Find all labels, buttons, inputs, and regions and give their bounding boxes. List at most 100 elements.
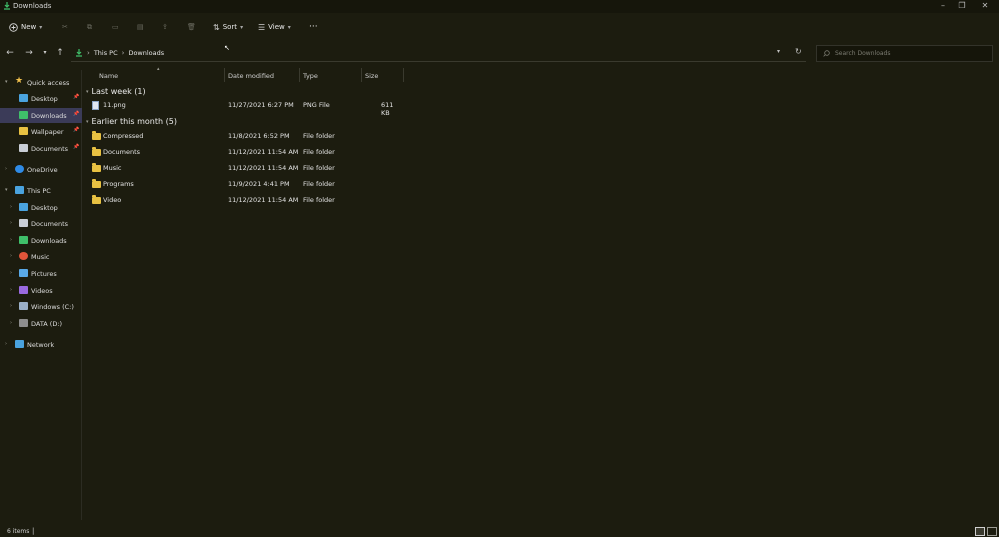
cloud-icon <box>15 165 24 173</box>
address-dropdown-chevron-icon[interactable]: ▾ <box>777 48 780 55</box>
chevron-down-icon[interactable]: ▾ <box>5 187 8 193</box>
pin-icon[interactable]: 📌 <box>73 127 79 133</box>
chevron-down-icon: ▾ <box>287 23 291 31</box>
chevron-right-icon[interactable]: › <box>10 270 12 276</box>
breadcrumb-this-pc[interactable]: This PC <box>94 49 118 57</box>
column-header-date-modified[interactable]: Date modified <box>228 72 274 80</box>
chevron-right-icon[interactable]: › <box>10 287 12 293</box>
column-header-type[interactable]: Type <box>303 72 318 80</box>
sort-ascending-icon: ▴ <box>157 66 160 72</box>
sidebar-item-label: Videos <box>31 287 53 295</box>
group-header-last-week[interactable]: ▾ Last week (1) <box>86 87 146 96</box>
more-options-button[interactable]: ··· <box>309 20 318 34</box>
sidebar-item-documents[interactable]: Documents 📌 <box>0 141 82 156</box>
folder-date: 11/8/2021 6:52 PM <box>228 132 290 140</box>
group-header-earlier-this-month[interactable]: ▾ Earlier this month (5) <box>86 117 177 126</box>
maximize-button[interactable]: ❐ <box>955 1 969 11</box>
sidebar-item-data-d[interactable]: › DATA (D:) <box>0 316 82 331</box>
sidebar-item-label: Downloads <box>31 112 67 120</box>
chevron-right-icon[interactable]: › <box>10 237 12 243</box>
share-button[interactable]: ⇪ <box>162 20 168 34</box>
rename-button[interactable]: ▤ <box>137 20 144 34</box>
download-icon <box>19 236 28 244</box>
sidebar-item-music[interactable]: › Music <box>0 249 82 264</box>
view-button[interactable]: ☰ View ▾ <box>258 20 291 34</box>
trash-icon: 🗑 <box>187 23 196 31</box>
breadcrumb-downloads[interactable]: Downloads <box>128 49 164 57</box>
folder-row[interactable]: Video 11/12/2021 11:54 AM File folder <box>84 194 404 208</box>
column-divider[interactable] <box>299 68 300 82</box>
music-icon <box>19 252 28 260</box>
chevron-down-icon[interactable]: ▾ <box>5 79 8 85</box>
sidebar-item-videos[interactable]: › Videos <box>0 283 82 298</box>
column-divider[interactable] <box>224 68 225 82</box>
sidebar-item-downloads[interactable]: › Downloads <box>0 233 82 248</box>
sidebar-item-documents[interactable]: › Documents <box>0 216 82 231</box>
chevron-right-icon[interactable]: › <box>5 166 7 172</box>
chevron-right-icon[interactable]: › <box>10 320 12 326</box>
folder-name: Video <box>103 196 122 204</box>
pin-icon[interactable]: 📌 <box>73 111 79 117</box>
column-divider[interactable] <box>361 68 362 82</box>
column-header-size[interactable]: Size <box>365 72 378 80</box>
delete-button[interactable]: 🗑 <box>187 20 196 34</box>
search-input[interactable]: Search Downloads <box>816 45 993 62</box>
star-icon: ★ <box>15 76 24 86</box>
chevron-right-icon[interactable]: › <box>10 220 12 226</box>
folder-date: 11/12/2021 11:54 AM <box>228 148 299 156</box>
folder-row[interactable]: Documents 11/12/2021 11:54 AM File folde… <box>84 146 404 160</box>
folder-name: Compressed <box>103 132 144 140</box>
sidebar-item-pictures[interactable]: › Pictures <box>0 266 82 281</box>
sidebar-item-network[interactable]: › Network <box>0 337 82 352</box>
sort-button[interactable]: ⇅ Sort ▾ <box>213 20 243 34</box>
sidebar-item-quick-access[interactable]: ▾ ★ Quick access <box>0 75 82 90</box>
folder-row[interactable]: Compressed 11/8/2021 6:52 PM File folder <box>84 130 404 144</box>
sidebar-item-downloads[interactable]: Downloads 📌 <box>0 108 82 123</box>
sidebar-item-this-pc[interactable]: ▾ This PC <box>0 183 82 198</box>
folder-type: File folder <box>303 132 335 140</box>
sidebar-item-desktop[interactable]: Desktop 📌 <box>0 91 82 106</box>
ellipsis-icon: ··· <box>309 22 318 32</box>
new-button[interactable]: New ▾ <box>9 20 42 34</box>
up-button[interactable]: ↑ <box>54 47 66 59</box>
forward-button[interactable]: → <box>23 47 35 59</box>
cut-button[interactable]: ✂ <box>62 20 68 34</box>
close-button[interactable]: ✕ <box>978 1 992 11</box>
address-bar[interactable]: › This PC › Downloads <box>71 45 806 62</box>
sidebar-item-label: Desktop <box>31 204 58 212</box>
chevron-right-icon[interactable]: › <box>10 303 12 309</box>
chevron-right-icon[interactable]: › <box>10 204 12 210</box>
breadcrumb-separator: › <box>87 49 90 57</box>
plus-circle-icon <box>9 22 18 32</box>
paste-button[interactable]: ▭ <box>112 20 119 34</box>
pin-icon[interactable]: 📌 <box>73 94 79 100</box>
chevron-down-icon: ▾ <box>240 23 244 31</box>
sidebar-item-onedrive[interactable]: › OneDrive <box>0 162 82 177</box>
column-header-name[interactable]: Name <box>99 72 118 80</box>
sidebar-item-wallpaper[interactable]: Wallpaper 📌 <box>0 124 82 139</box>
chevron-right-icon[interactable]: › <box>5 341 7 347</box>
folder-name: Documents <box>103 148 141 156</box>
copy-button[interactable]: ⧉ <box>87 20 92 34</box>
refresh-icon[interactable]: ↻ <box>795 47 802 56</box>
column-divider[interactable] <box>403 68 404 82</box>
folder-row[interactable]: Programs 11/9/2021 4:41 PM File folder <box>84 178 404 192</box>
back-button[interactable]: ← <box>4 47 16 59</box>
file-row[interactable]: 11.png 11/27/2021 6:27 PM PNG File 611 K… <box>84 99 404 117</box>
image-file-icon <box>92 101 99 110</box>
sidebar-item-label: Documents <box>31 145 69 153</box>
recent-locations-button[interactable]: ▾ <box>39 47 51 59</box>
status-separator: | <box>32 527 35 535</box>
minimize-button[interactable]: – <box>936 1 950 11</box>
pin-icon[interactable]: 📌 <box>73 144 79 150</box>
tiles-view-button[interactable] <box>987 527 997 536</box>
chevron-down-icon: ▾ <box>86 88 89 95</box>
details-view-button[interactable] <box>975 527 985 536</box>
chevron-right-icon[interactable]: › <box>10 253 12 259</box>
sidebar-item-desktop[interactable]: › Desktop <box>0 200 82 215</box>
sidebar-item-label: Wallpaper <box>31 128 64 136</box>
sidebar-item-windows-c[interactable]: › Windows (C:) <box>0 299 82 314</box>
folder-icon <box>92 195 101 204</box>
scissors-icon: ✂ <box>62 23 68 31</box>
folder-row[interactable]: Music 11/12/2021 11:54 AM File folder <box>84 162 404 176</box>
